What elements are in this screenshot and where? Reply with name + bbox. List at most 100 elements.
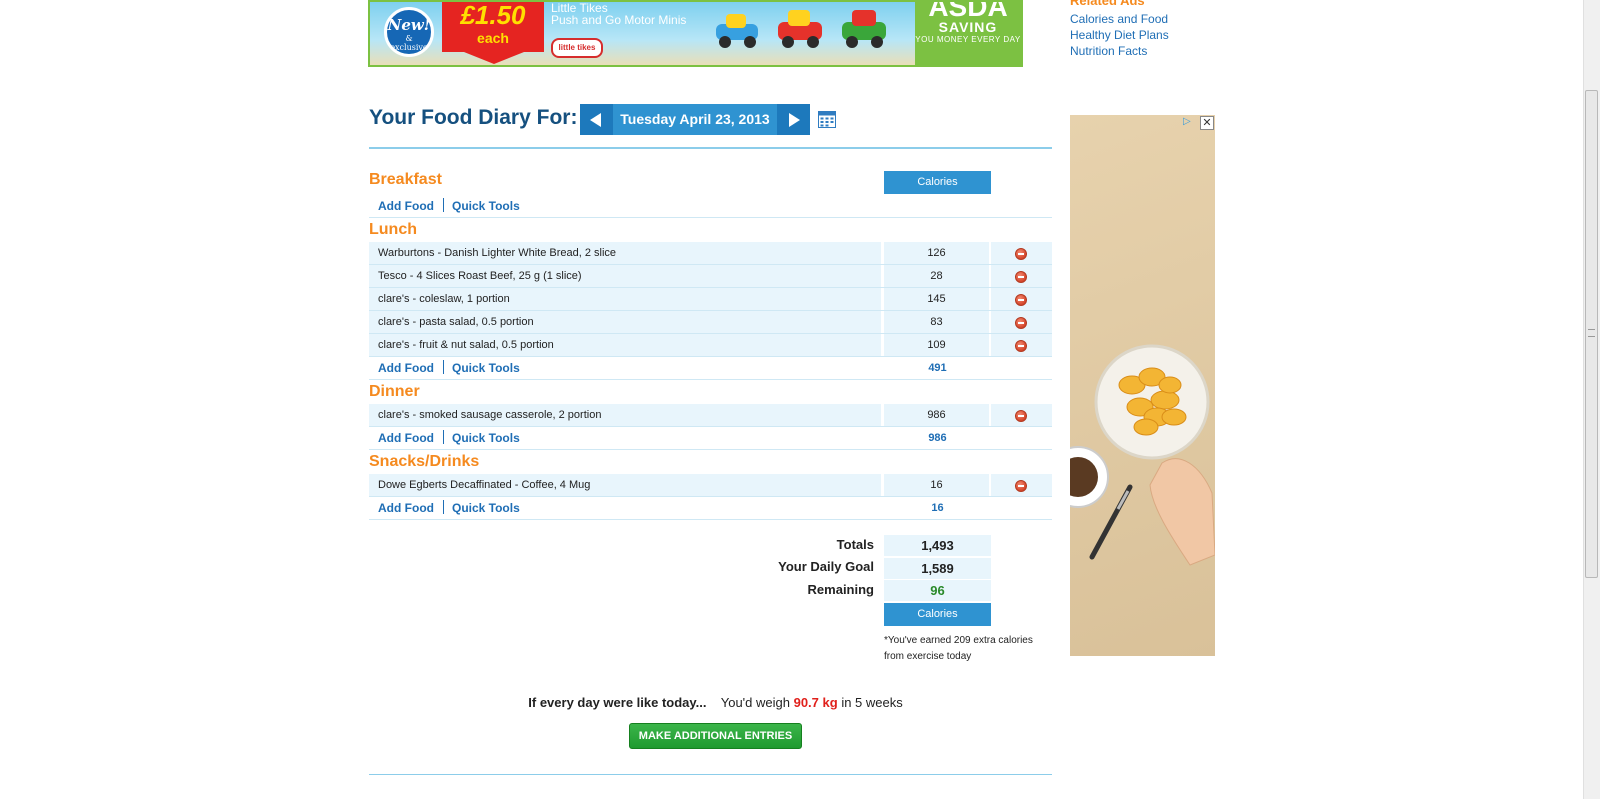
- weight-projection: If every day were like today... You'd we…: [0, 695, 1431, 710]
- remove-icon: [1015, 410, 1027, 422]
- totals-value: 1,493: [884, 535, 991, 556]
- remove-icon: [1015, 294, 1027, 306]
- footer-divider: [369, 774, 1052, 775]
- remaining-value: 96: [884, 580, 991, 601]
- section-divider: [369, 449, 1052, 450]
- daily-goal-value: 1,589: [884, 558, 991, 579]
- lunch-quick-tools-link[interactable]: Quick Tools: [452, 361, 520, 375]
- related-ad-link-calories[interactable]: Calories and Food: [1070, 12, 1168, 26]
- link-separator: [442, 198, 444, 212]
- food-item-calories: 986: [884, 404, 989, 426]
- delete-entry-button[interactable]: [991, 265, 1052, 287]
- row-divider: [369, 426, 1052, 427]
- previous-day-button[interactable]: [580, 104, 613, 135]
- food-item-name[interactable]: Dowe Egberts Decaffinated - Coffee, 4 Mu…: [369, 474, 882, 496]
- row-divider: [369, 496, 1052, 497]
- lunch-total: 491: [928, 362, 947, 374]
- totals-label: Totals: [836, 537, 874, 552]
- delete-entry-button[interactable]: [991, 474, 1052, 496]
- page-title: Your Food Diary For:: [369, 106, 578, 129]
- food-row: clare's - fruit & nut salad, 0.5 portion…: [369, 334, 1052, 356]
- related-ad-link-nutrition[interactable]: Nutrition Facts: [1070, 44, 1147, 58]
- exercise-note-line-2: from exercise today: [884, 651, 972, 662]
- food-item-name[interactable]: clare's - smoked sausage casserole, 2 po…: [369, 404, 882, 426]
- price-label: £1.50: [460, 0, 526, 30]
- meal-title-dinner: Dinner: [369, 383, 420, 400]
- scrollbar-grip-icon: [1588, 329, 1595, 337]
- food-row: clare's - coleslaw, 1 portion 145: [369, 288, 1052, 310]
- dinner-add-food-link[interactable]: Add Food: [378, 431, 434, 445]
- dinner-quick-tools-link[interactable]: Quick Tools: [452, 431, 520, 445]
- food-item-calories: 28: [884, 265, 989, 287]
- toy-car-green: [842, 10, 886, 48]
- header-divider: [369, 147, 1052, 149]
- little-tikes-logo: little tikes: [551, 38, 603, 58]
- summary-calories-header: Calories: [884, 603, 991, 626]
- current-date: Tuesday April 23, 2013: [620, 111, 770, 127]
- food-row: clare's - smoked sausage casserole, 2 po…: [369, 404, 1052, 426]
- dinner-total: 986: [928, 432, 947, 444]
- food-item-calories: 109: [884, 334, 989, 356]
- breakfast-actions: Add Food Quick Tools: [378, 198, 520, 213]
- remove-icon: [1015, 271, 1027, 283]
- delete-entry-button[interactable]: [991, 242, 1052, 264]
- delete-entry-button[interactable]: [991, 334, 1052, 356]
- product-text: Little Tikes Push and Go Motor Minis: [551, 2, 686, 26]
- meal-title-snacks: Snacks/Drinks: [369, 453, 480, 470]
- asda-label: ASDA: [928, 0, 1008, 22]
- arrow-left-icon: [590, 113, 601, 127]
- link-separator: [442, 360, 444, 374]
- food-row: Dowe Egberts Decaffinated - Coffee, 4 Mu…: [369, 474, 1052, 496]
- link-separator: [442, 430, 444, 444]
- delete-entry-button[interactable]: [991, 288, 1052, 310]
- food-item-name[interactable]: clare's - coleslaw, 1 portion: [369, 288, 882, 310]
- remove-icon: [1015, 248, 1027, 260]
- food-item-name[interactable]: Warburtons - Danish Lighter White Bread,…: [369, 242, 882, 264]
- arrow-right-icon: [789, 113, 800, 127]
- price-arrow-icon: [464, 52, 524, 64]
- projection-prefix: You'd weigh: [720, 695, 790, 710]
- price-unit-label: each: [477, 30, 509, 46]
- remaining-label: Remaining: [807, 582, 874, 597]
- link-separator: [442, 500, 444, 514]
- side-ad[interactable]: ▷ ✕: [1070, 115, 1215, 656]
- lunch-actions: Add Food Quick Tools: [378, 360, 520, 375]
- food-item-calories: 83: [884, 311, 989, 333]
- exercise-note-line-1: *You've earned 209 extra calories: [884, 635, 1033, 646]
- next-day-button[interactable]: [777, 104, 810, 135]
- food-item-name[interactable]: clare's - pasta salad, 0.5 portion: [369, 311, 882, 333]
- lunch-add-food-link[interactable]: Add Food: [378, 361, 434, 375]
- food-item-calories: 126: [884, 242, 989, 264]
- related-ad-link-diet-plans[interactable]: Healthy Diet Plans: [1070, 28, 1169, 42]
- asda-tagline-2: YOU MONEY EVERY DAY: [915, 35, 1021, 44]
- meal-title-breakfast: Breakfast: [369, 171, 442, 188]
- snacks-quick-tools-link[interactable]: Quick Tools: [452, 501, 520, 515]
- delete-entry-button[interactable]: [991, 404, 1052, 426]
- snacks-add-food-link[interactable]: Add Food: [378, 501, 434, 515]
- snacks-actions: Add Food Quick Tools: [378, 500, 520, 515]
- food-row: clare's - pasta salad, 0.5 portion 83: [369, 311, 1052, 333]
- calendar-icon[interactable]: [818, 110, 836, 128]
- product-name: Push and Go Motor Minis: [551, 13, 687, 27]
- delete-entry-button[interactable]: [991, 311, 1052, 333]
- food-item-name[interactable]: Tesco - 4 Slices Roast Beef, 25 g (1 sli…: [369, 265, 882, 287]
- toy-car-blue: [716, 14, 758, 48]
- food-row: Warburtons - Danish Lighter White Bread,…: [369, 242, 1052, 264]
- date-navigator: Tuesday April 23, 2013: [580, 104, 810, 135]
- asda-logo: ASDA SAVING YOU MONEY EVERY DAY: [915, 0, 1021, 65]
- breakfast-quick-tools-link[interactable]: Quick Tools: [452, 199, 520, 213]
- price-tag: £1.50 each: [442, 0, 544, 52]
- meal-title-lunch: Lunch: [369, 221, 417, 238]
- breakfast-add-food-link[interactable]: Add Food: [378, 199, 434, 213]
- related-ads-title: Related Ads: [1070, 0, 1145, 8]
- food-item-calories: 16: [884, 474, 989, 496]
- asda-tagline-1: SAVING: [938, 19, 998, 35]
- exclusive-label: & exclusive: [390, 34, 428, 52]
- daily-goal-label: Your Daily Goal: [778, 559, 874, 574]
- exercise-note: *You've earned 209 extra calories from e…: [884, 633, 1059, 665]
- snacks-total: 16: [931, 502, 944, 514]
- food-item-name[interactable]: clare's - fruit & nut salad, 0.5 portion: [369, 334, 882, 356]
- make-additional-entries-button[interactable]: MAKE ADDITIONAL ENTRIES: [629, 723, 802, 749]
- banner-ad[interactable]: New! & exclusive £1.50 each Little Tikes…: [368, 0, 1023, 67]
- remove-icon: [1015, 480, 1027, 492]
